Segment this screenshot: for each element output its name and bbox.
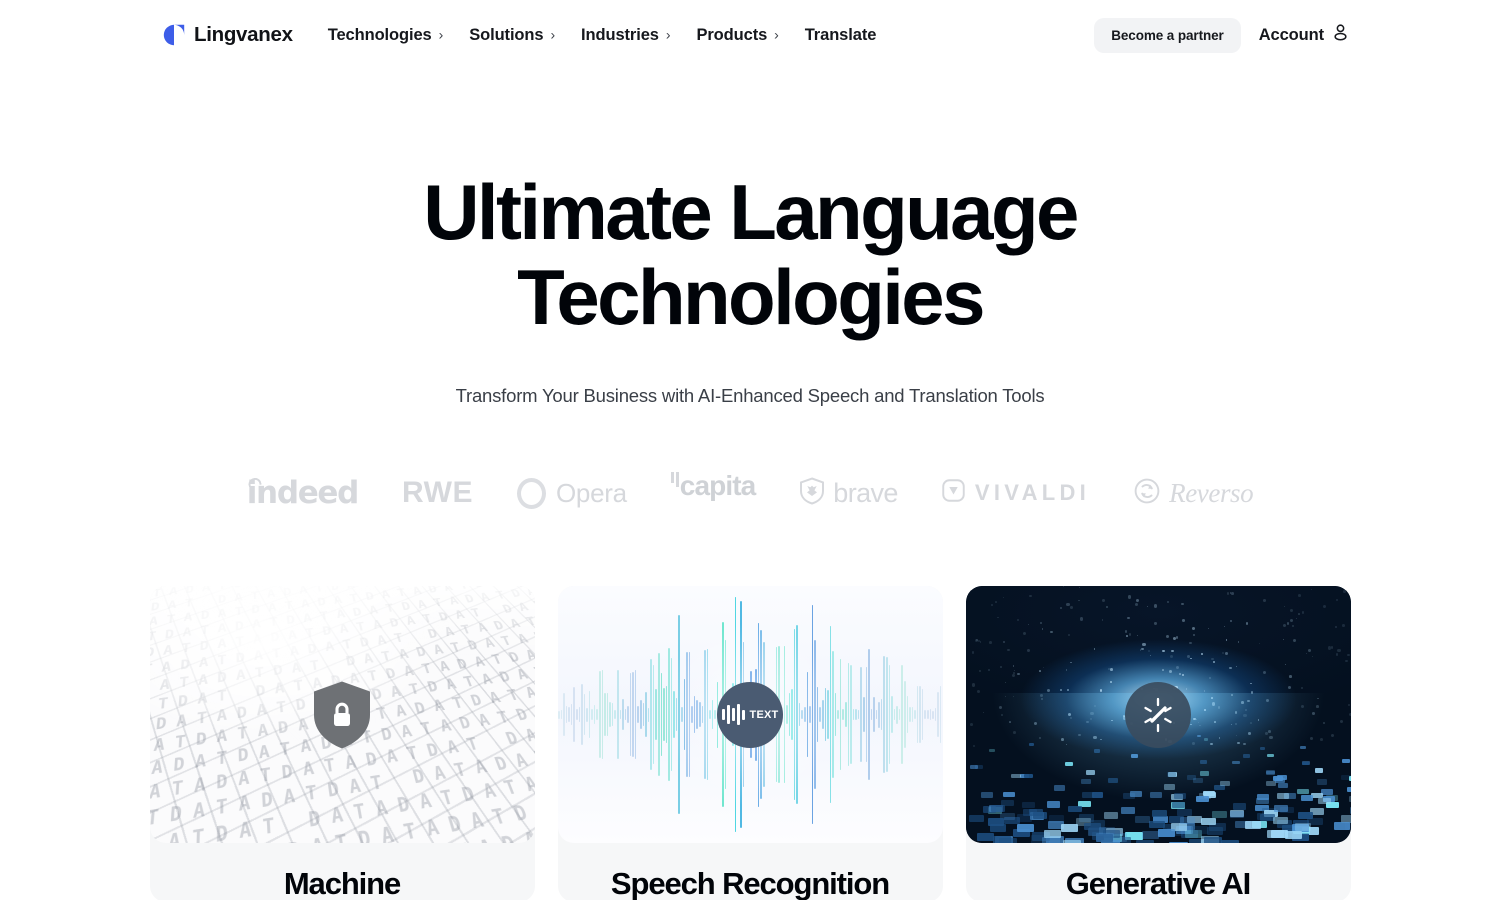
become-a-partner-button[interactable]: Become a partner	[1094, 18, 1240, 53]
nav-item-products[interactable]: Products ›	[683, 20, 791, 51]
card-speech-recognition[interactable]: TEXT Speech Recognition	[558, 586, 943, 900]
card-generative-ai[interactable]: Generative AI	[966, 586, 1351, 900]
partner-logo-strip: indeed RWE Opera capita brave VIVALDI Re…	[0, 470, 1500, 516]
nav-label: Industries	[581, 26, 659, 45]
brand-name: Lingvanex	[194, 23, 293, 47]
card-body: Speech Recognition	[558, 843, 943, 900]
card-body: Machine	[150, 843, 535, 900]
logo-vivaldi: VIVALDI	[920, 470, 1112, 516]
opera-ring-icon	[517, 478, 546, 509]
card-machine-translation[interactable]: DATADATDATADATDATADATDATADATDAT DATADATD…	[150, 586, 535, 900]
logo-text: capita	[680, 470, 756, 502]
card-media-waveform: TEXT	[558, 586, 943, 843]
brand-logo-link[interactable]: Lingvanex	[163, 23, 293, 47]
technology-cards: DATADATDATADATDATADATDATADATDAT DATADATD…	[0, 586, 1500, 900]
logo-text: Reverso	[1169, 478, 1253, 509]
nav-item-solutions[interactable]: Solutions ›	[456, 20, 568, 51]
capita-bars-icon	[671, 472, 679, 487]
user-icon	[1331, 23, 1350, 47]
card-title: Speech Recognition	[578, 867, 923, 900]
logo-text: brave	[833, 478, 898, 509]
site-header: Lingvanex Technologies › Solutions › Ind…	[0, 0, 1500, 70]
speech-to-text-icon: TEXT	[717, 682, 783, 748]
logo-text: RWE	[402, 476, 473, 510]
nav-label: Solutions	[469, 26, 543, 45]
logo-brave: brave	[777, 470, 920, 516]
header-actions: Become a partner Account	[1094, 18, 1350, 53]
nav-item-technologies[interactable]: Technologies ›	[315, 20, 457, 51]
chevron-right-icon: ›	[774, 28, 779, 42]
hero-title-line-2: Technologies	[517, 253, 983, 341]
card-title: Generative AI	[986, 867, 1331, 900]
reverso-circle-arrow-icon	[1134, 478, 1160, 509]
account-label: Account	[1259, 26, 1324, 45]
nav-item-industries[interactable]: Industries ›	[568, 20, 683, 51]
nav-label: Technologies	[328, 26, 432, 45]
logo-opera: Opera	[495, 470, 649, 516]
hero-section: Ultimate Language Technologies Transform…	[0, 70, 1500, 407]
chevron-right-icon: ›	[439, 28, 444, 42]
logo-capita: capita	[649, 470, 778, 516]
chevron-right-icon: ›	[550, 28, 555, 42]
logo-text: Opera	[556, 478, 627, 509]
hero-subtitle: Transform Your Business with AI-Enhanced…	[0, 385, 1500, 407]
account-link[interactable]: Account	[1259, 23, 1350, 47]
logo-reverso: Reverso	[1112, 470, 1275, 516]
card-title: Machine	[170, 867, 515, 900]
chevron-right-icon: ›	[666, 28, 671, 42]
logo-text: VIVALDI	[975, 480, 1090, 506]
main-nav: Technologies › Solutions › Industries › …	[315, 20, 890, 51]
nav-label: Translate	[805, 26, 877, 45]
brave-lion-icon	[799, 477, 825, 510]
card-body: Generative AI	[966, 843, 1351, 900]
logo-text: indeed	[247, 475, 358, 511]
nav-item-translate[interactable]: Translate	[792, 20, 890, 51]
card-media-data-mesh: DATADATDATADATDATADATDATADATDAT DATADATD…	[150, 586, 535, 843]
speech-icon-label: TEXT	[750, 709, 779, 721]
hero-title-line-1: Ultimate Language	[423, 168, 1077, 256]
magic-wand-icon	[1125, 682, 1191, 748]
card-media-digital-field	[966, 586, 1351, 843]
lingvanex-drop-logo-icon	[163, 24, 185, 46]
shield-lock-icon	[311, 680, 373, 750]
logo-rwe: RWE	[380, 470, 495, 516]
nav-label: Products	[696, 26, 767, 45]
vivaldi-shield-icon	[942, 479, 965, 507]
logo-indeed: indeed	[225, 470, 380, 516]
page-title: Ultimate Language Technologies	[370, 170, 1130, 340]
